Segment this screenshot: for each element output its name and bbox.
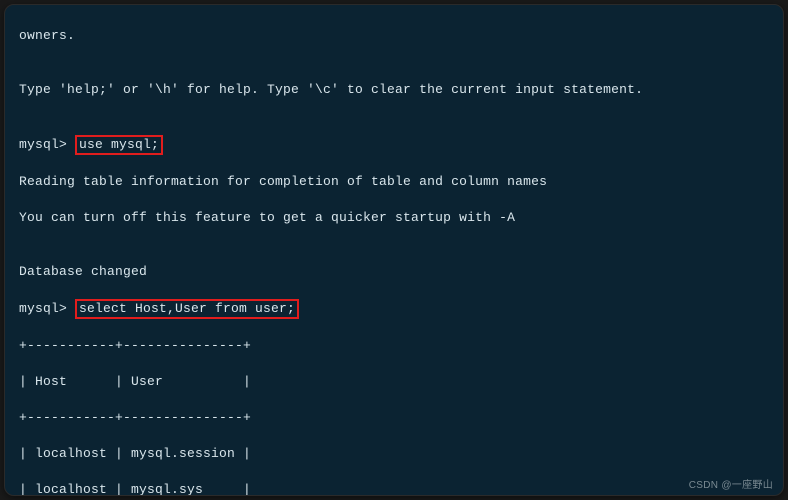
table-row: | localhost | mysql.sys | — [19, 481, 769, 496]
mysql-prompt: mysql> — [19, 137, 75, 152]
highlighted-command: use mysql; — [75, 135, 163, 155]
output-line: Type 'help;' or '\h' for help. Type '\c'… — [19, 81, 769, 99]
terminal-window: owners. Type 'help;' or '\h' for help. T… — [4, 4, 784, 496]
output-line: Reading table information for completion… — [19, 173, 769, 191]
output-line: Database changed — [19, 263, 769, 281]
mysql-prompt: mysql> — [19, 301, 75, 316]
terminal-output: owners. Type 'help;' or '\h' for help. T… — [5, 5, 783, 496]
watermark-text: CSDN @一座野山 — [689, 476, 773, 491]
highlighted-command: select Host,User from user; — [75, 299, 299, 319]
prompt-line: mysql> select Host,User from user; — [19, 299, 769, 319]
table-row: | localhost | mysql.session | — [19, 445, 769, 463]
table-border: +-----------+---------------+ — [19, 409, 769, 427]
output-line: You can turn off this feature to get a q… — [19, 209, 769, 227]
output-line: owners. — [19, 27, 769, 45]
table-border: +-----------+---------------+ — [19, 337, 769, 355]
prompt-line: mysql> use mysql; — [19, 135, 769, 155]
table-header: | Host | User | — [19, 373, 769, 391]
